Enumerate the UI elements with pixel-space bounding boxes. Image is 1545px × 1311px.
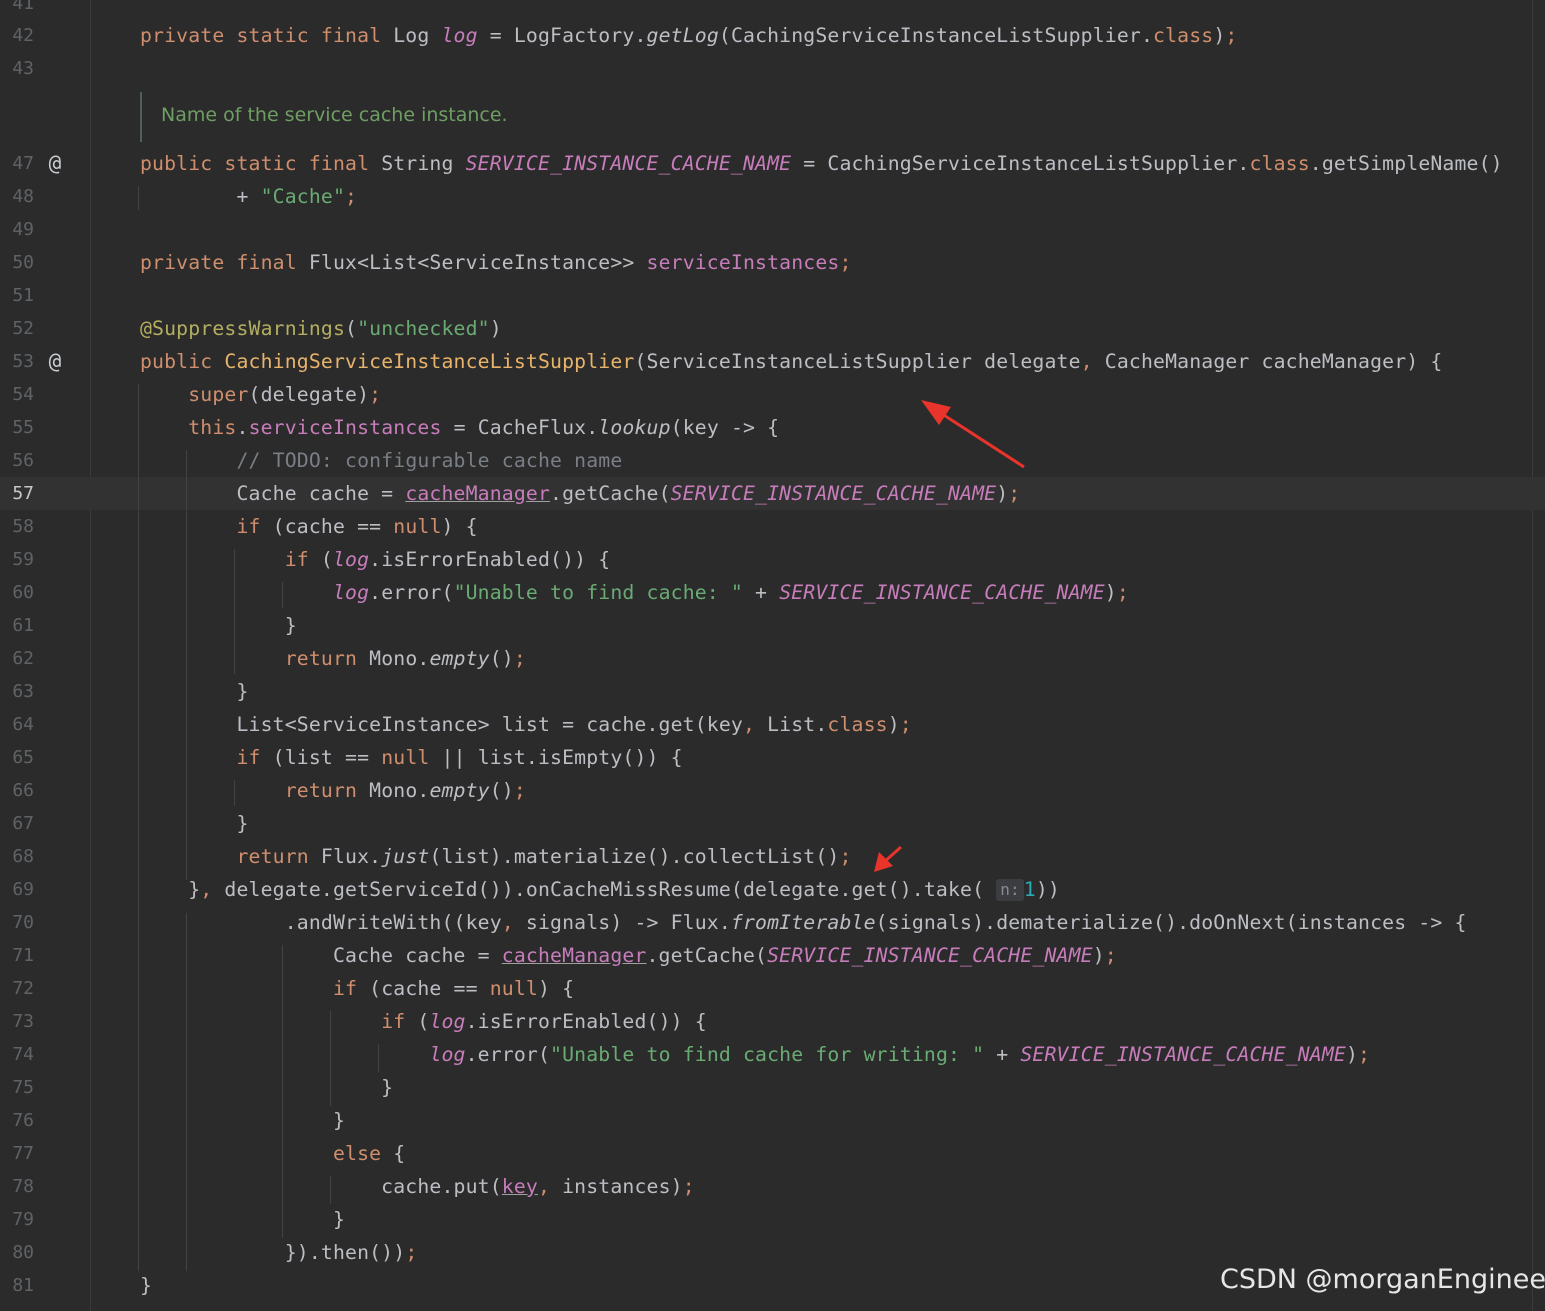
annotation-arrows — [874, 400, 1025, 872]
red-arrow-constructor — [921, 400, 1025, 469]
watermark: CSDN @morganEngineer — [1220, 1264, 1545, 1295]
red-arrow-take — [874, 845, 902, 872]
code-editor[interactable]: 41 42 private static final Log log = LogF… — [0, 0, 1545, 1311]
